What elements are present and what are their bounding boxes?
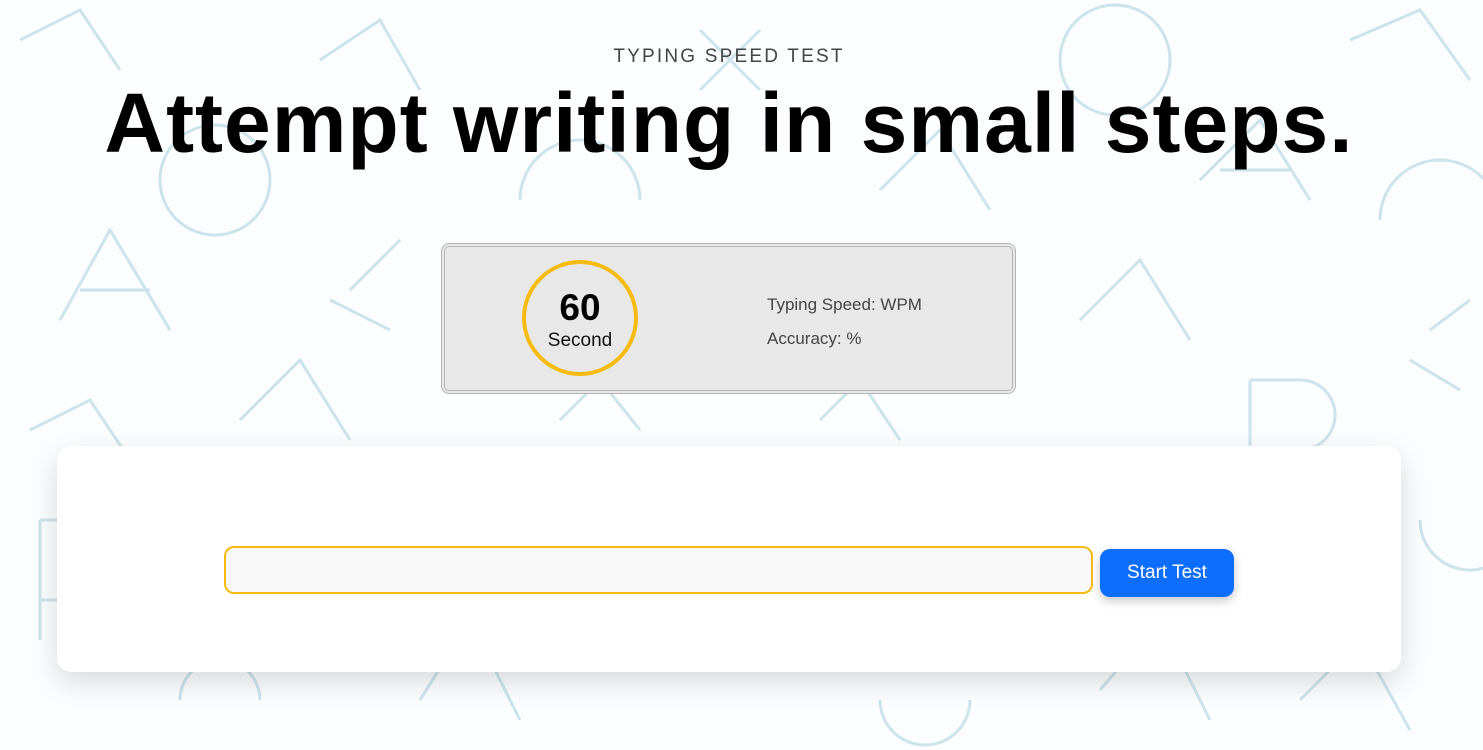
stats-panel: 60 Second Typing Speed: WPM Accuracy: % [441, 243, 1016, 394]
eyebrow-title: TYPING SPEED TEST [613, 46, 845, 67]
timer-value: 60 [559, 287, 601, 328]
accuracy-stat: Accuracy: % [767, 329, 862, 348]
page-content: TYPING SPEED TEST Attempt writing in sma… [0, 0, 1483, 750]
start-test-button[interactable]: Start Test [1100, 549, 1234, 597]
typing-card: Start Test [57, 446, 1401, 672]
timer-unit: Second [547, 330, 613, 351]
timer-circle: 60 Second [522, 260, 638, 376]
page-headline: Attempt writing in small steps. [104, 76, 1354, 170]
typing-speed-stat: Typing Speed: WPM [767, 295, 922, 314]
typing-input[interactable] [224, 546, 1093, 594]
